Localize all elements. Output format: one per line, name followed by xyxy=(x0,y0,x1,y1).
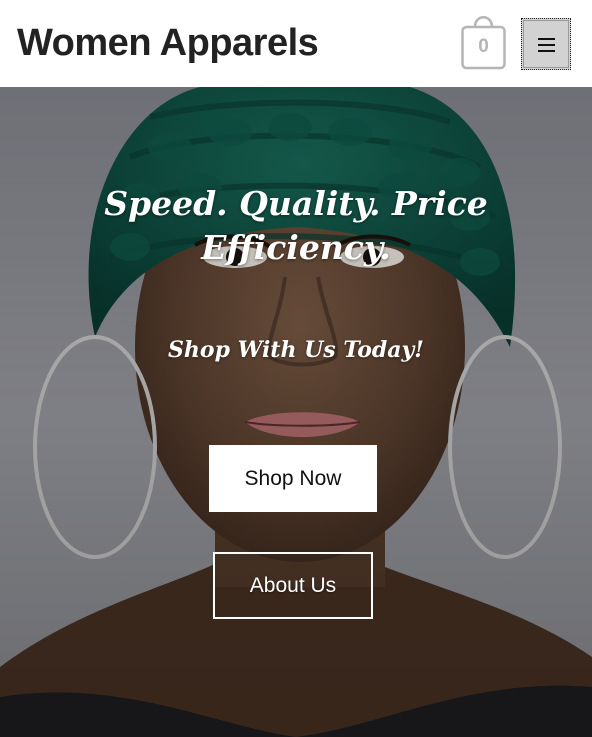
shop-now-button[interactable]: Shop Now xyxy=(209,445,377,512)
about-us-button[interactable]: About Us xyxy=(213,552,373,619)
menu-toggle-button[interactable] xyxy=(521,18,571,70)
cart-count: 0 xyxy=(478,36,489,57)
cart-link[interactable]: 0 xyxy=(461,14,506,70)
site-title[interactable]: Women Apparels xyxy=(17,20,319,66)
page: Women Apparels 0 Speed. Quality. Price E… xyxy=(0,0,592,737)
hero-banner: Speed. Quality. Price Efficiency. Shop W… xyxy=(0,87,592,737)
hero-subheading: Shop With Us Today! xyxy=(168,337,424,363)
site-header: Women Apparels 0 xyxy=(0,0,592,87)
hero-heading: Speed. Quality. Price Efficiency. xyxy=(104,184,488,267)
